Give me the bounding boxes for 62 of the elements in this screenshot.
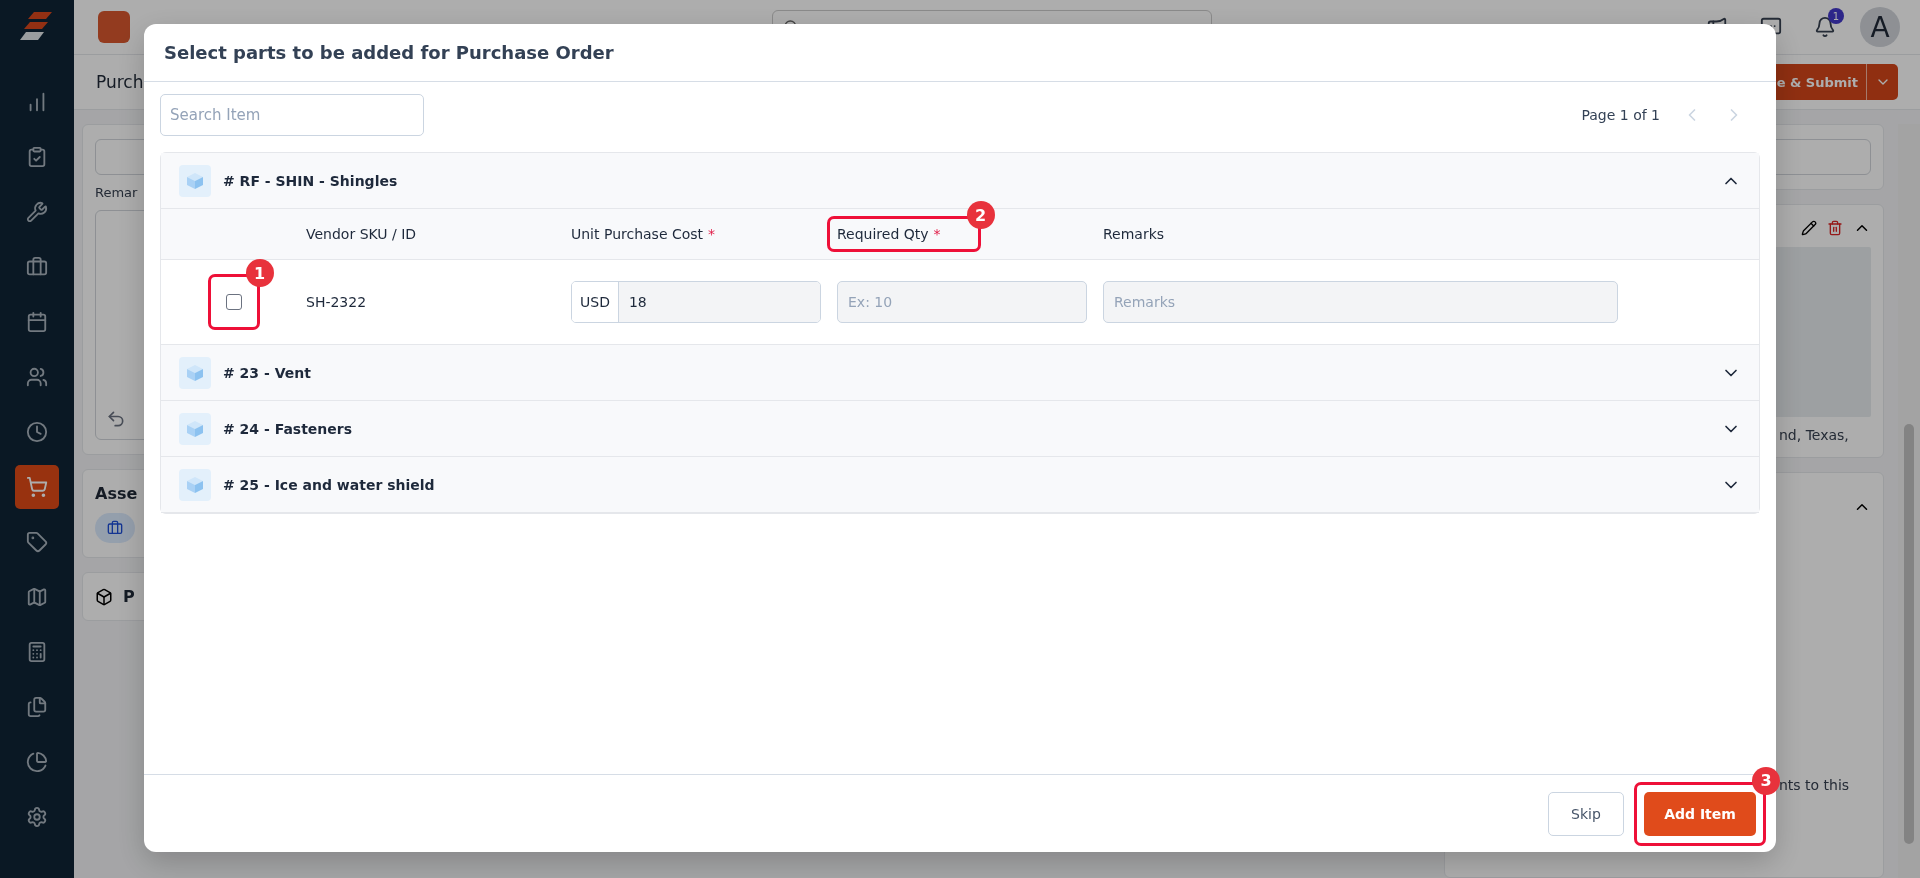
cube-icon (186, 475, 204, 494)
remarks-field[interactable]: Remarks (1103, 281, 1618, 323)
search-field[interactable]: Search Item (160, 94, 424, 136)
sku-text: SH-2322 (306, 294, 367, 310)
nav-icon (26, 421, 48, 443)
modal-title: Select parts to be added for Purchase Order (164, 42, 614, 63)
page-title: Purch (96, 72, 145, 92)
undo-icon (106, 409, 126, 429)
nav-icon (26, 201, 48, 223)
unit-cost-field[interactable]: USD 18 (571, 281, 821, 323)
column-header: Unit Purchase Cost * (571, 226, 716, 242)
submit-dropdown-button[interactable] (1866, 64, 1898, 100)
cart-icon (26, 476, 48, 498)
briefcase-icon (107, 520, 123, 536)
column-header: Vendor SKU / ID (306, 226, 417, 242)
checkbox[interactable] (225, 294, 242, 310)
nav-icon (26, 641, 48, 663)
box-icon (95, 587, 113, 606)
column-header: Required Qty * (837, 226, 942, 242)
group-title: # 23 - Vent (223, 364, 312, 381)
callout-number: 3 (1752, 766, 1780, 795)
nav-icon (26, 531, 48, 553)
nav-item[interactable] (15, 465, 59, 509)
group-title: # RF - SHIN - Shingles (223, 172, 399, 189)
nav-icon (26, 366, 48, 388)
nav-icon (26, 146, 48, 168)
quantity-field[interactable]: Ex: 10 (837, 281, 1087, 323)
notification-count: 1 (1828, 8, 1844, 24)
cube-icon (186, 363, 204, 382)
part-group-header[interactable]: # 23 - Vent (161, 345, 1759, 401)
empty-text: nts to this (1779, 777, 1851, 793)
app-logo (98, 11, 130, 43)
callout-number: 1 (245, 259, 274, 287)
address-text: nd, Texas, (1779, 427, 1850, 443)
scrollbar[interactable] (1898, 124, 1920, 878)
card-title: Asse (95, 484, 138, 503)
delete-icon[interactable] (1827, 220, 1843, 236)
part-group-header[interactable]: # 25 - Ice and water shield (161, 457, 1759, 513)
card-title: P (123, 587, 135, 606)
asset-chip[interactable] (95, 513, 135, 543)
nav-icon (26, 256, 48, 278)
part-group-header[interactable]: # RF - SHIN - Shingles (161, 153, 1759, 209)
bell-icon (1814, 16, 1836, 38)
user-avatar[interactable]: A (1860, 7, 1900, 47)
pagination-text: Page 1 of 1 (1581, 107, 1660, 123)
primary-button[interactable]: Add Item (1644, 791, 1756, 836)
notifications-button[interactable]: 1 (1806, 8, 1844, 46)
part-group-header[interactable]: # 24 - Fasteners (161, 401, 1759, 457)
column-header: Remarks (1103, 226, 1165, 242)
edit-icon[interactable] (1801, 220, 1817, 236)
nav-icon (26, 806, 48, 828)
cube-icon (186, 419, 204, 438)
group-title: # 25 - Ice and water shield (223, 476, 436, 493)
cube-icon (186, 171, 204, 190)
callout-number: 2 (966, 201, 995, 229)
nav-icon (26, 586, 48, 608)
nav-icon (26, 751, 48, 773)
group-title: # 24 - Fasteners (223, 420, 354, 437)
nav-icon (26, 696, 48, 718)
secondary-button[interactable]: Skip (1548, 791, 1624, 836)
field-label: Remar (95, 185, 138, 200)
nav-icon (26, 311, 48, 333)
